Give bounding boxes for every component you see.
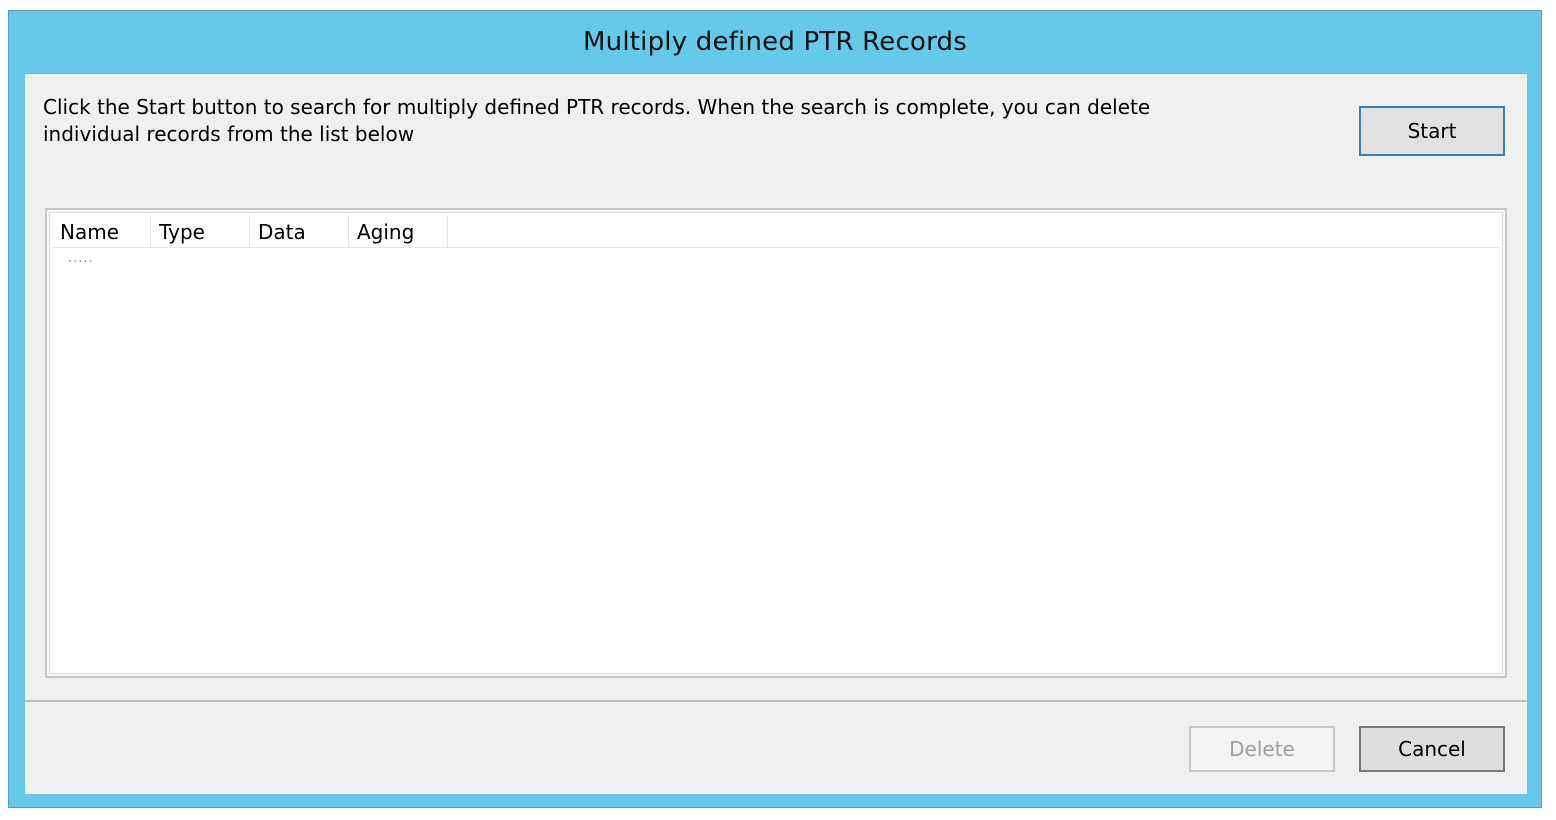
list-empty-placeholder: ..... [68,251,94,266]
column-header-data[interactable]: Data [250,215,349,247]
dialog-client-area: Click the Start button to search for mul… [25,73,1527,794]
records-list-frame: Name Type Data Aging ..... [45,208,1507,678]
footer-separator [25,700,1527,702]
column-header-name[interactable]: Name [52,215,151,247]
start-button[interactable]: Start [1359,106,1505,156]
dialog-window: Multiply defined PTR Records Click the S… [8,10,1542,808]
list-header: Name Type Data Aging [52,215,1500,248]
instructions-text: Click the Start button to search for mul… [43,95,1151,146]
column-header-type[interactable]: Type [151,215,250,247]
delete-button[interactable]: Delete [1189,726,1335,772]
cancel-button[interactable]: Cancel [1359,726,1505,772]
records-list[interactable]: Name Type Data Aging ..... [49,212,1503,674]
dialog-title[interactable]: Multiply defined PTR Records [9,11,1541,73]
column-header-aging[interactable]: Aging [349,215,448,247]
